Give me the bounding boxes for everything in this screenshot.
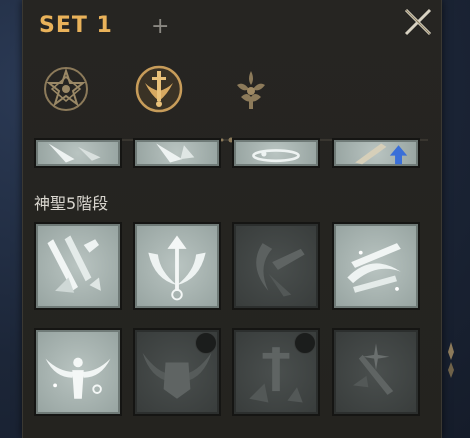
winged-arrow-crest-icon bbox=[148, 235, 206, 301]
add-set-button[interactable]: + bbox=[151, 14, 169, 39]
scrollbar-handle[interactable] bbox=[446, 340, 456, 380]
crystal-shard-icon bbox=[156, 143, 195, 163]
skill-slot-falling-swords[interactable] bbox=[34, 222, 122, 310]
winged-angel-icon bbox=[45, 357, 111, 399]
tab-fleur-emblem[interactable] bbox=[225, 63, 277, 115]
skill-slot-impaled-sword[interactable] bbox=[232, 328, 320, 416]
locked-indicator bbox=[195, 332, 217, 354]
skill-slot-winged-angel[interactable] bbox=[34, 328, 122, 416]
section-label: 神聖5階段 bbox=[34, 194, 109, 213]
skill-slot-ring-burst[interactable] bbox=[232, 138, 320, 168]
crossed-blades-icon bbox=[347, 243, 401, 293]
locked-indicator bbox=[294, 332, 316, 354]
skill-slot-crystal-shard[interactable] bbox=[133, 138, 221, 168]
fleur-emblem-icon bbox=[237, 71, 265, 109]
falling-swords-icon bbox=[47, 235, 101, 293]
skill-slot-blade-upgrade[interactable] bbox=[332, 138, 420, 168]
shattered-spear-icon bbox=[48, 143, 101, 163]
skill-slot-winged-helm[interactable] bbox=[133, 328, 221, 416]
skill-slot-crescent-slash[interactable] bbox=[232, 222, 320, 310]
section-divider bbox=[34, 128, 428, 143]
tab-winged-sword-emblem[interactable] bbox=[133, 63, 185, 115]
skill-slot-shattered-spear[interactable] bbox=[34, 138, 122, 168]
close-x-icon[interactable] bbox=[398, 2, 438, 42]
ring-burst-icon bbox=[252, 149, 300, 163]
blade-upgrade-icon bbox=[355, 143, 408, 165]
skill-slot-starburst-slash[interactable] bbox=[332, 328, 420, 416]
starburst-slash-icon bbox=[353, 343, 394, 395]
star-emblem-icon bbox=[44, 67, 88, 111]
skill-slot-crossed-blades[interactable] bbox=[332, 222, 420, 310]
tab-star-emblem[interactable] bbox=[40, 63, 92, 115]
crescent-slash-icon bbox=[256, 243, 305, 297]
winged-sword-emblem-icon bbox=[135, 65, 183, 113]
skill-slot-winged-arrow-crest[interactable] bbox=[133, 222, 221, 310]
set-title: SET 1 bbox=[39, 13, 113, 38]
